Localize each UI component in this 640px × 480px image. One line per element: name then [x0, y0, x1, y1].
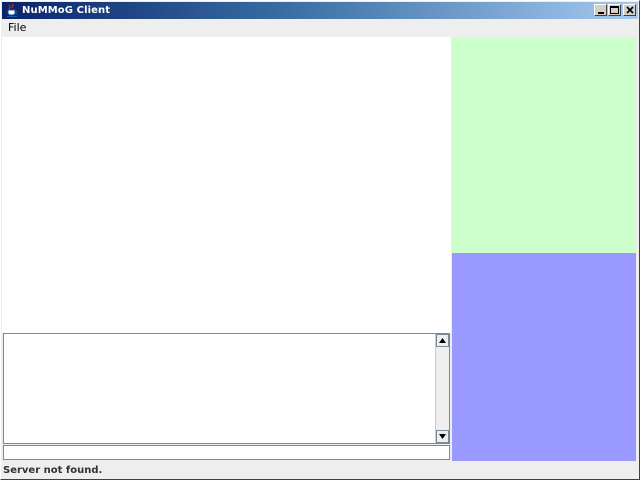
status-bar: Server not found.	[2, 461, 638, 479]
chat-log-text	[6, 336, 433, 441]
status-text: Server not found.	[3, 464, 103, 476]
close-icon	[625, 6, 634, 14]
menu-bar: File	[2, 19, 638, 36]
window-title: NuMMoG Client	[22, 5, 111, 16]
scroll-down-button[interactable]	[436, 430, 449, 443]
minimize-icon	[597, 12, 604, 14]
minimize-button[interactable]	[594, 4, 607, 16]
window-controls	[593, 4, 636, 16]
chat-log[interactable]	[3, 333, 450, 444]
side-panel-bottom[interactable]	[452, 253, 636, 461]
maximize-icon	[610, 6, 619, 14]
java-coffee-cup-icon[interactable]	[5, 4, 19, 18]
chat-scrollbar[interactable]	[435, 334, 449, 443]
menu-file[interactable]: File	[2, 19, 32, 36]
chat-input[interactable]	[3, 445, 450, 460]
app-window: NuMMoG Client File Server not found.	[0, 0, 640, 480]
side-panel-top[interactable]	[452, 37, 636, 253]
arrow-down-icon	[439, 434, 446, 439]
close-button[interactable]	[623, 4, 636, 16]
maximize-button[interactable]	[608, 4, 621, 16]
game-canvas[interactable]	[2, 37, 451, 333]
arrow-up-icon	[439, 338, 446, 343]
scroll-up-button[interactable]	[436, 334, 449, 347]
title-bar[interactable]: NuMMoG Client	[2, 2, 638, 19]
